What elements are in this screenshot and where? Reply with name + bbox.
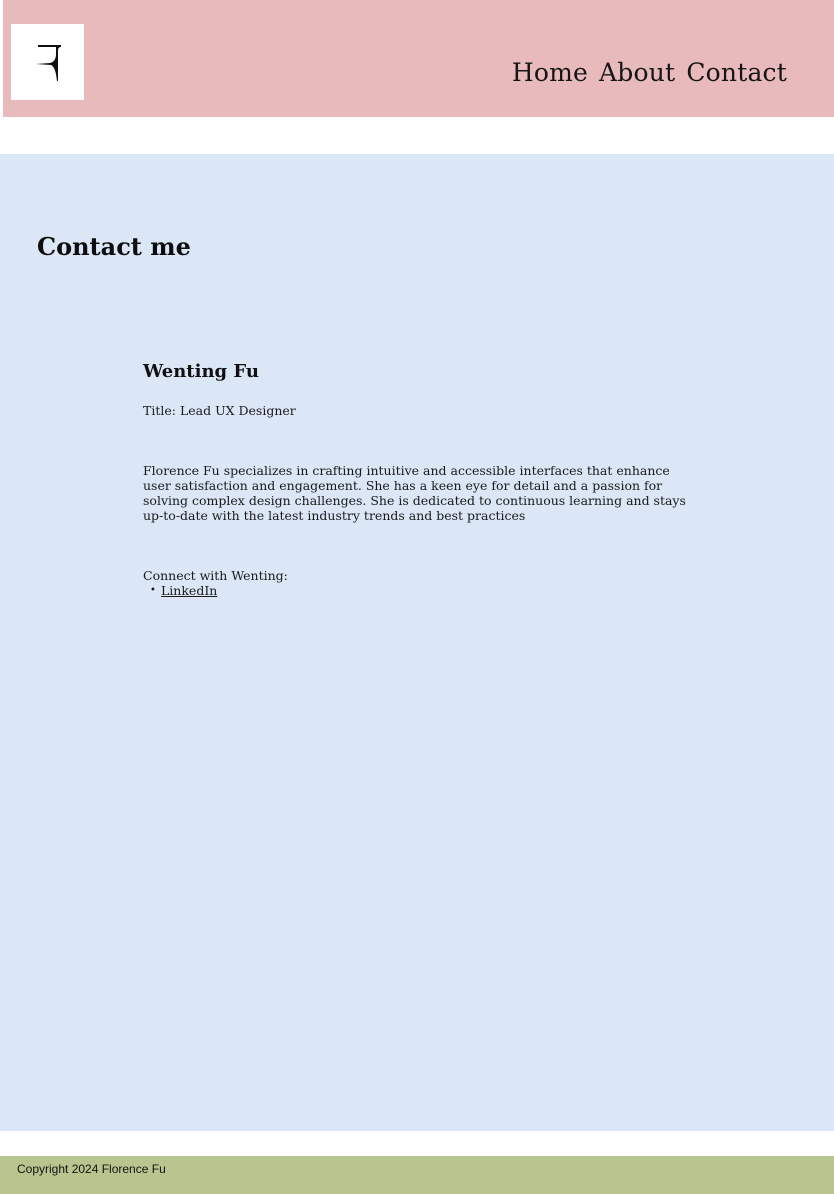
title-value: Lead UX Designer — [179, 403, 296, 418]
nav-home-link[interactable]: Home — [512, 56, 588, 90]
profile-title: Title: Lead UX Designer — [143, 403, 703, 419]
page-title: Contact me — [37, 232, 191, 261]
connect-label: Connect with Wenting: — [143, 568, 288, 583]
copyright-text: Copyright 2024 Florence Fu — [17, 1162, 166, 1176]
site-header: Home About Contact — [3, 0, 834, 117]
main-content: Contact me Wenting Fu Title: Lead UX Desi… — [0, 154, 834, 1131]
profile-name: Wenting Fu — [143, 361, 259, 382]
logo[interactable] — [11, 24, 84, 100]
list-item: • LinkedIn — [143, 583, 703, 598]
site-footer: Copyright 2024 Florence Fu — [0, 1156, 834, 1194]
title-label: Title: — [143, 403, 176, 418]
linkedin-link[interactable]: LinkedIn — [161, 583, 217, 598]
profile-bio: Florence Fu specializes in crafting intu… — [143, 463, 686, 523]
nav-contact-link[interactable]: Contact — [686, 56, 787, 90]
bullet-icon: • — [150, 585, 156, 596]
connect-list: • LinkedIn — [143, 583, 703, 598]
nav-about-link[interactable]: About — [599, 56, 675, 90]
main-nav: Home About Contact — [512, 56, 787, 90]
profile-card: Wenting Fu Title: Lead UX Designer Floren… — [143, 360, 703, 598]
connect-section: Connect with Wenting: • LinkedIn — [143, 568, 703, 598]
letter-f-logo-icon — [36, 45, 61, 81]
